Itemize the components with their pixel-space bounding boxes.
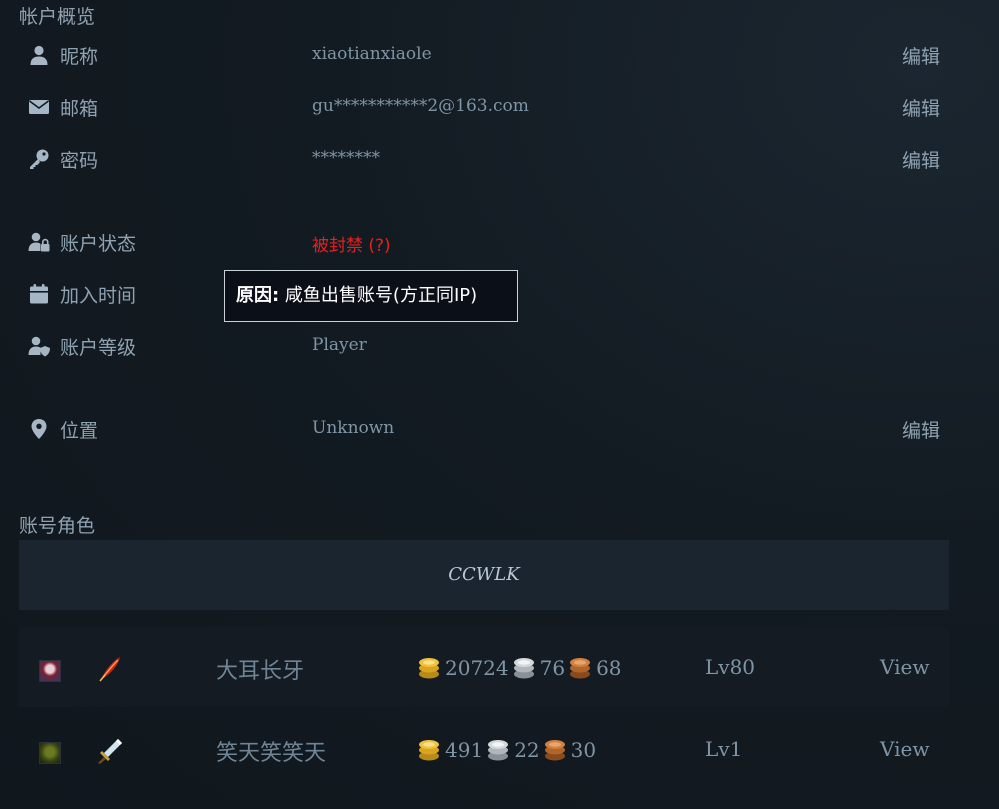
row-location: 位置 Unknown 编辑 bbox=[28, 412, 940, 448]
row-account-level: 账户等级 Player bbox=[28, 329, 940, 365]
silver-coin-icon bbox=[488, 740, 509, 761]
password-label: 密码 bbox=[60, 150, 99, 172]
feather-icon bbox=[96, 655, 124, 683]
row-email: 邮箱 gu***********2@163.com 编辑 bbox=[28, 90, 940, 126]
characters-title: 账号角色 bbox=[19, 515, 96, 537]
sword-icon bbox=[96, 737, 124, 765]
character-money: 491 22 30 bbox=[416, 737, 598, 763]
view-character-link[interactable]: View bbox=[880, 737, 929, 761]
character-level: Lv1 bbox=[705, 737, 743, 761]
copper-amount: 30 bbox=[570, 738, 597, 762]
join-date-label: 加入时间 bbox=[60, 285, 137, 307]
character-name: 笑天笑笑天 bbox=[216, 741, 327, 766]
gold-coin-icon bbox=[419, 658, 439, 679]
copper-coin-icon bbox=[544, 740, 565, 761]
user-shield-icon bbox=[28, 335, 50, 357]
calendar-icon bbox=[28, 283, 50, 305]
row-nickname: 昵称 xiaotianxiaole 编辑 bbox=[28, 38, 940, 74]
key-icon bbox=[28, 148, 50, 170]
realm-header: CCWLK bbox=[19, 540, 949, 610]
tooltip-text: 咸鱼出售账号(方正同IP) bbox=[279, 285, 478, 306]
edit-nickname-button[interactable]: 编辑 bbox=[902, 42, 940, 69]
character-name: 大耳长牙 bbox=[216, 659, 305, 684]
tooltip-prefix: 原因: bbox=[236, 285, 280, 306]
blood-elf-avatar bbox=[39, 660, 61, 682]
gold-amount: 491 bbox=[445, 738, 484, 762]
envelope-icon bbox=[28, 96, 50, 118]
location-value: Unknown bbox=[312, 418, 395, 438]
edit-email-button[interactable]: 编辑 bbox=[902, 94, 940, 121]
row-password: 密码 ******** 编辑 bbox=[28, 142, 940, 178]
copper-coin-icon bbox=[570, 658, 591, 679]
silver-amount: 76 bbox=[539, 656, 566, 680]
user-icon bbox=[28, 44, 50, 66]
account-overview-title: 帐户概览 bbox=[19, 6, 96, 28]
account-status-value[interactable]: 被封禁 (?) bbox=[312, 231, 391, 256]
ban-reason-tooltip: 原因: 咸鱼出售账号(方正同IP) bbox=[224, 270, 518, 322]
nickname-label: 昵称 bbox=[60, 46, 99, 68]
nickname-value: xiaotianxiaole bbox=[312, 44, 432, 64]
edit-password-button[interactable]: 编辑 bbox=[902, 146, 940, 173]
copper-amount: 68 bbox=[596, 656, 622, 680]
edit-location-button[interactable]: 编辑 bbox=[902, 416, 940, 443]
email-label: 邮箱 bbox=[60, 98, 99, 120]
location-label: 位置 bbox=[60, 420, 99, 442]
view-character-link[interactable]: View bbox=[880, 655, 929, 679]
gold-coin-icon bbox=[419, 740, 439, 761]
user-lock-icon bbox=[28, 231, 50, 253]
character-row[interactable]: 笑天笑笑天 491 22 30 Lv1 View bbox=[19, 709, 949, 789]
silver-coin-icon bbox=[513, 658, 534, 679]
gold-amount: 20724 bbox=[445, 656, 509, 680]
account-level-value: Player bbox=[312, 335, 367, 355]
map-marker-icon bbox=[28, 418, 50, 440]
orc-avatar bbox=[39, 742, 61, 764]
email-value: gu***********2@163.com bbox=[312, 96, 529, 116]
character-level: Lv80 bbox=[705, 655, 756, 679]
password-value: ******** bbox=[312, 148, 380, 168]
character-money: 20724 76 68 bbox=[416, 655, 624, 681]
silver-amount: 22 bbox=[514, 738, 540, 762]
account-status-label: 账户状态 bbox=[60, 233, 137, 255]
account-level-label: 账户等级 bbox=[60, 337, 137, 359]
character-row[interactable]: 大耳长牙 20724 76 68 Lv80 View bbox=[19, 627, 949, 707]
row-account-status: 账户状态 被封禁 (?) bbox=[28, 225, 940, 261]
